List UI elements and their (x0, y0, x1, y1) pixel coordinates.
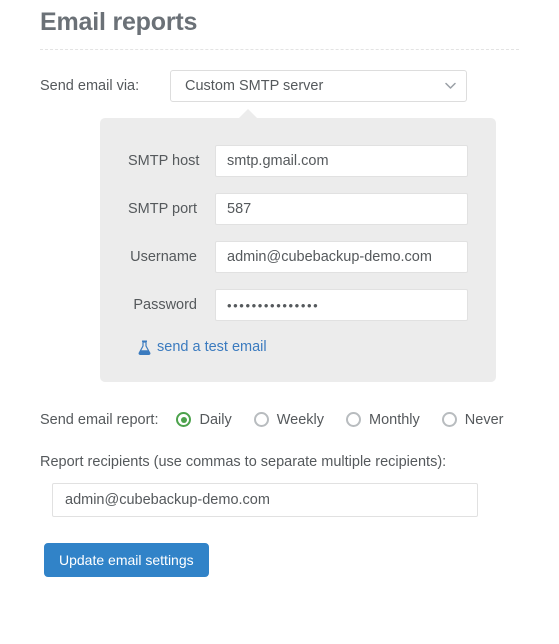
report-recipients-label: Report recipients (use commas to separat… (40, 453, 447, 470)
report-recipients-input-wrap (40, 482, 519, 517)
smtp-username-row: Username (128, 241, 468, 273)
smtp-settings-panel-wrap: SMTP host SMTP port Username Password (100, 109, 496, 382)
radio-weekly-dot (253, 412, 269, 427)
send-email-via-label: Send email via: (40, 78, 140, 94)
send-email-report-label: Send email report: (40, 411, 159, 428)
smtp-username-label: Username (130, 249, 197, 265)
smtp-port-row: SMTP port (128, 193, 468, 225)
radio-daily-label: Daily (199, 411, 232, 428)
report-recipients-input[interactable] (52, 482, 478, 517)
update-email-settings-button[interactable]: Update email settings (44, 542, 209, 577)
send-email-report-row: Send email report: Daily Weekly Monthly … (40, 412, 519, 428)
smtp-host-input[interactable] (215, 145, 468, 177)
send-test-email-label: send a test email (157, 339, 267, 355)
smtp-password-input[interactable] (215, 289, 468, 321)
radio-monthly-dot (346, 412, 361, 427)
title-divider (40, 49, 519, 50)
smtp-host-label: SMTP host (128, 153, 200, 169)
smtp-settings-panel: SMTP host SMTP port Username Password (100, 118, 496, 382)
smtp-password-row: Password (128, 289, 468, 321)
send-email-via-row: Send email via: Custom SMTP server (40, 70, 519, 102)
smtp-password-label: Password (133, 297, 197, 313)
page-title: Email reports (40, 8, 198, 36)
radio-weekly[interactable]: Weekly (253, 411, 324, 428)
send-test-email-link[interactable]: send a test email (138, 339, 267, 355)
smtp-port-input[interactable] (215, 193, 468, 225)
radio-never-dot (441, 412, 457, 427)
radio-monthly[interactable]: Monthly (346, 412, 420, 428)
radio-daily-dot (176, 412, 192, 427)
email-reports-page: Email reports Send email via: Custom SMT… (0, 0, 559, 644)
send-test-email-row: send a test email (128, 339, 468, 360)
radio-monthly-label: Monthly (369, 411, 420, 428)
radio-never-label: Never (464, 411, 504, 428)
radio-weekly-label: Weekly (276, 411, 324, 428)
flask-icon (138, 340, 151, 355)
actions-row: Update email settings (40, 542, 519, 577)
smtp-username-input[interactable] (215, 241, 468, 273)
send-email-via-select[interactable]: Custom SMTP server (170, 70, 467, 102)
send-email-via-select-wrap: Custom SMTP server (170, 70, 467, 102)
radio-daily[interactable]: Daily (176, 411, 232, 428)
radio-never[interactable]: Never (441, 411, 504, 428)
smtp-port-label: SMTP port (128, 201, 198, 217)
smtp-host-row: SMTP host (128, 145, 468, 177)
panel-pointer-triangle (238, 109, 258, 119)
